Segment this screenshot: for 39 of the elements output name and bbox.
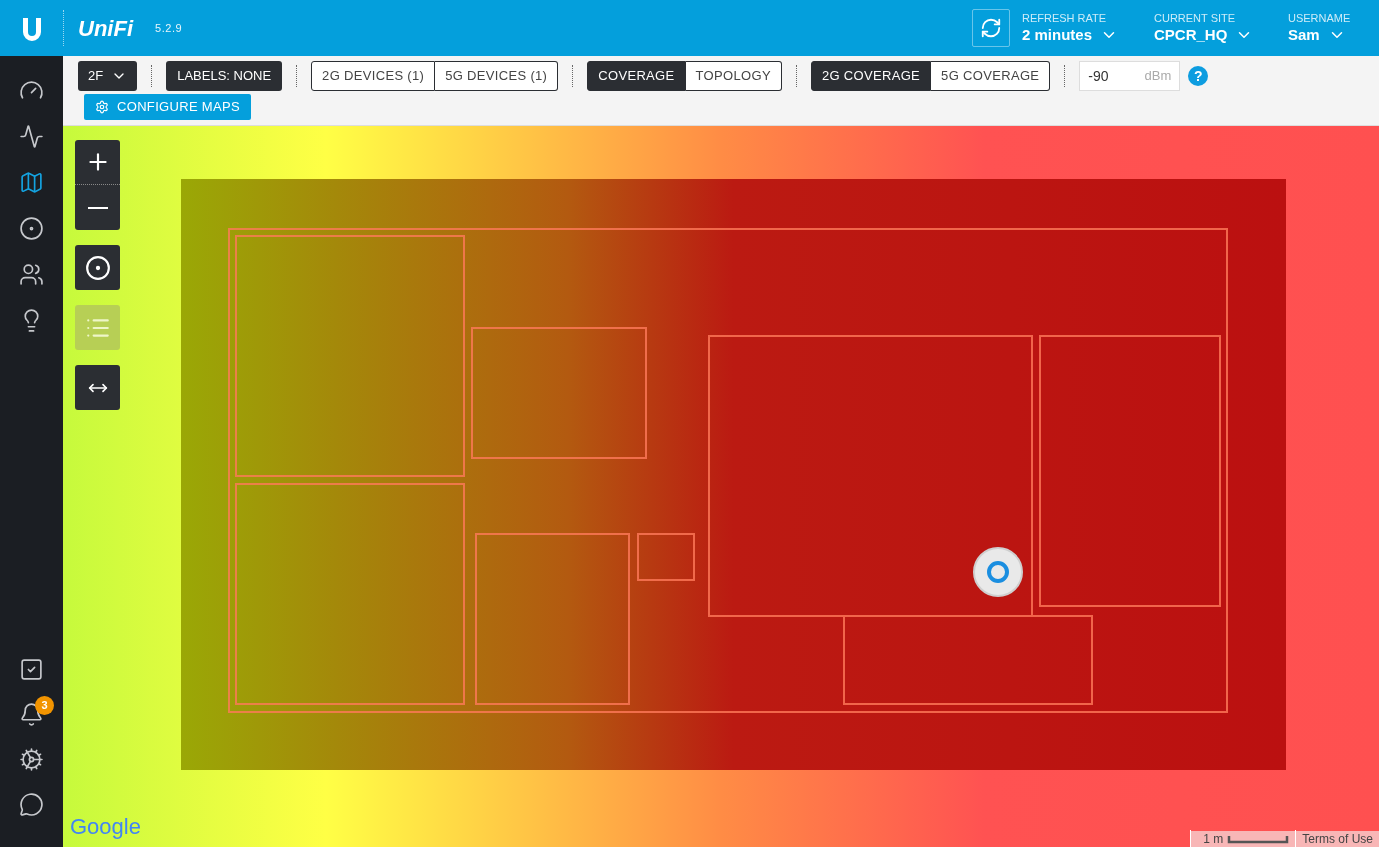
- floor-dropdown[interactable]: 2F: [78, 61, 138, 91]
- header-label: REFRESH RATE: [1022, 11, 1108, 25]
- segment-tab[interactable]: 2G DEVICES (1): [311, 61, 436, 91]
- speech-bubble-icon[interactable]: [19, 792, 44, 817]
- map-icon[interactable]: [19, 170, 44, 195]
- scale-label: 1 m: [1190, 830, 1228, 847]
- version-text: 5.2.9: [155, 20, 183, 36]
- fit-width-button[interactable]: [75, 365, 120, 410]
- zoom-in-button[interactable]: [75, 140, 120, 185]
- checkbox-icon[interactable]: [19, 657, 44, 682]
- people-icon[interactable]: [19, 262, 44, 287]
- segment-tab[interactable]: COVERAGE: [587, 61, 686, 91]
- google-logo: Google: [70, 813, 141, 841]
- target-icon[interactable]: [19, 216, 44, 241]
- access-point-icon[interactable]: [972, 546, 1024, 598]
- scale-bar-icon: [1227, 834, 1290, 844]
- terms-link[interactable]: Terms of Use: [1295, 830, 1379, 847]
- locate-button[interactable]: [75, 245, 120, 290]
- segment-tab[interactable]: 5G DEVICES (1): [435, 61, 559, 91]
- signal-input[interactable]: -90: [1088, 65, 1134, 87]
- labels-button[interactable]: LABELS: NONE: [166, 61, 283, 91]
- settings-icon: [95, 100, 109, 114]
- unit-text: dBm: [1144, 67, 1172, 86]
- segment-tab[interactable]: TOPOLOGY: [685, 61, 782, 91]
- segment-tab[interactable]: 2G COVERAGE: [810, 61, 932, 91]
- notification-badge: 3: [35, 696, 54, 715]
- bell-icon[interactable]: [19, 702, 44, 727]
- header-label: CURRENT SITE: [1154, 11, 1237, 25]
- segment-tab[interactable]: 5G COVERAGE: [931, 61, 1051, 91]
- product-logo: UniFi: [78, 14, 133, 43]
- zoom-out-button[interactable]: [75, 185, 120, 230]
- refresh-button[interactable]: [972, 9, 1010, 47]
- pulse-icon[interactable]: [19, 124, 44, 149]
- minus-icon: [87, 206, 108, 209]
- signal-field[interactable]: -90 dBm: [1079, 61, 1181, 91]
- refresh-icon: [980, 17, 1002, 39]
- header-label: USERNAME: [1288, 11, 1352, 25]
- settings-icon[interactable]: [19, 747, 44, 772]
- target-icon: [84, 254, 111, 281]
